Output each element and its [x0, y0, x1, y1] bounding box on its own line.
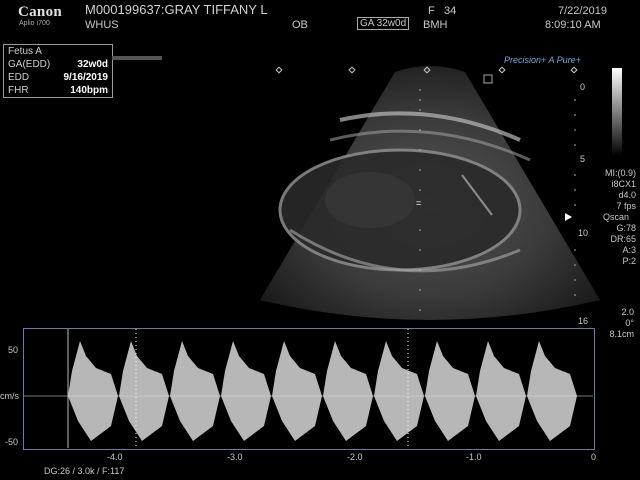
y-tick-neg50: -50 [5, 437, 19, 447]
y-tick-50: 50 [8, 345, 19, 355]
waveform-beat [272, 341, 322, 441]
svg-text:=: = [416, 198, 421, 208]
x-tick-2: -2.0 [347, 452, 363, 462]
doppler-waveform [24, 329, 593, 448]
x-tick-3: -3.0 [227, 452, 243, 462]
x-tick-0: 0 [591, 452, 597, 462]
x-tick-4: -4.0 [107, 452, 123, 462]
doppler-params: 2.0 0° 8.1cm [609, 307, 634, 339]
y-unit-label: cm/s [0, 391, 19, 401]
spectral-waveform [68, 341, 577, 441]
depth-tick-16: 16 [578, 316, 589, 326]
waveform-beat [425, 341, 475, 441]
waveform-beat [68, 341, 118, 441]
depth-tick-5: 5 [580, 154, 586, 164]
waveform-beat [374, 341, 424, 441]
waveform-beat [527, 341, 577, 441]
depth-tick-0: 0 [580, 82, 586, 92]
doppler-footer: DG:26 / 3.0k / F:117 [44, 466, 125, 476]
waveform-beat [476, 341, 526, 441]
focus-marker-icon [483, 74, 493, 84]
depth-tick-10: 10 [578, 228, 589, 238]
waveform-beat [170, 341, 220, 441]
waveform-beat [119, 341, 169, 441]
precision-label: Precision+ A Pure+ [504, 55, 581, 65]
grayscale-bar [612, 68, 622, 156]
waveform-beat [221, 341, 271, 441]
imaging-params: MI:(0.9) i8CX1 d4.0 7 fps Qscan G:78 DR:… [602, 168, 636, 266]
x-tick-1: -1.0 [466, 452, 482, 462]
waveform-beat [323, 341, 373, 441]
ultrasound-image: = [260, 66, 600, 320]
focus-arrow-icon [565, 213, 572, 221]
